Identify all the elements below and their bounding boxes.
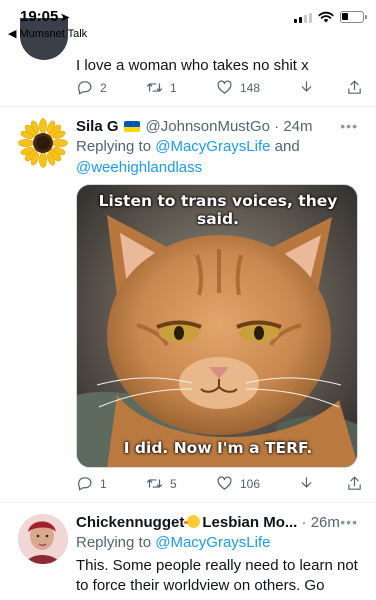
download-icon <box>301 477 312 488</box>
more-options-icon[interactable]: ••• <box>340 514 358 530</box>
download-button[interactable] <box>298 79 346 96</box>
like-button[interactable]: 106 <box>216 475 298 492</box>
retweet-count: 5 <box>170 476 177 491</box>
heart-icon <box>217 80 232 94</box>
download-icon <box>301 81 312 92</box>
reply-icon <box>78 81 92 95</box>
divider <box>0 106 376 107</box>
reply-count: 1 <box>100 476 107 491</box>
tweet-actions: 1 5 106 <box>76 475 370 492</box>
display-name[interactable]: Sila G <box>76 118 119 135</box>
replying-to: Replying to @MacyGraysLife <box>76 534 271 551</box>
status-bar: 19:05 ➤ ◀ Mumsnet Talk <box>0 0 376 44</box>
tweet-text: I love a woman who takes no shit x <box>76 57 309 74</box>
timestamp[interactable]: 26m <box>311 514 340 531</box>
more-options-icon[interactable]: ••• <box>340 118 358 134</box>
replying-to: Replying to @MacyGraysLife and <box>76 138 300 155</box>
avatar-photo <box>18 514 68 564</box>
chick-emoji-icon <box>184 515 201 528</box>
tweet-header: Chickennugget Lesbian Mo... · 26m <box>76 514 340 531</box>
reply-icon <box>78 477 92 491</box>
share-button[interactable] <box>346 475 370 492</box>
meme-top-caption: Listen to trans voices, they said. <box>98 192 338 228</box>
retweet-button[interactable]: 1 <box>146 79 216 96</box>
share-button[interactable] <box>346 79 370 96</box>
divider <box>0 502 376 503</box>
battery-icon <box>340 11 367 23</box>
share-icon <box>348 80 361 94</box>
status-time: 19:05 ➤ <box>20 8 70 25</box>
retweet-icon <box>146 479 163 488</box>
tweet-header: Sila G @JohnsonMustGo · 24m <box>76 118 313 135</box>
cellular-signal-icon <box>294 12 312 23</box>
avatar[interactable] <box>18 118 68 168</box>
heart-icon <box>217 476 232 490</box>
ukraine-flag-icon <box>123 121 140 132</box>
timestamp[interactable]: 24m <box>283 118 312 135</box>
clock: 19:05 <box>20 8 59 25</box>
meme-bottom-caption: I did. Now I'm a TERF. <box>123 439 313 457</box>
avatar[interactable] <box>18 514 68 564</box>
display-name[interactable]: Chickennugget Lesbian Mo... <box>76 514 297 531</box>
tweet-actions: 2 1 148 <box>76 79 370 96</box>
like-count: 106 <box>240 476 261 491</box>
tweet-image[interactable]: Listen to trans voices, they said. I did… <box>76 184 358 468</box>
retweet-count: 1 <box>170 80 177 95</box>
like-button[interactable]: 148 <box>216 79 298 96</box>
back-to-app-link[interactable]: ◀ Mumsnet Talk <box>8 27 87 40</box>
handle[interactable]: @JohnsonMustGo <box>146 118 270 135</box>
mention-link[interactable]: @weehighlandlass <box>76 159 202 176</box>
reply-count: 2 <box>100 80 107 95</box>
status-icons <box>294 11 367 23</box>
wifi-icon <box>318 11 334 23</box>
mention-link[interactable]: @MacyGraysLife <box>155 138 270 155</box>
replying-to-continued: @weehighlandlass <box>76 158 202 178</box>
retweet-icon <box>146 83 163 92</box>
reply-button[interactable]: 2 <box>76 79 146 96</box>
share-icon <box>348 476 361 490</box>
like-count: 148 <box>240 80 261 95</box>
retweet-button[interactable]: 5 <box>146 475 216 492</box>
mention-link[interactable]: @MacyGraysLife <box>155 534 270 551</box>
reply-button[interactable]: 1 <box>76 475 146 492</box>
tweet-text: This. Some people really need to learn n… <box>76 557 358 594</box>
location-arrow-icon: ➤ <box>60 12 70 24</box>
download-button[interactable] <box>298 475 346 492</box>
